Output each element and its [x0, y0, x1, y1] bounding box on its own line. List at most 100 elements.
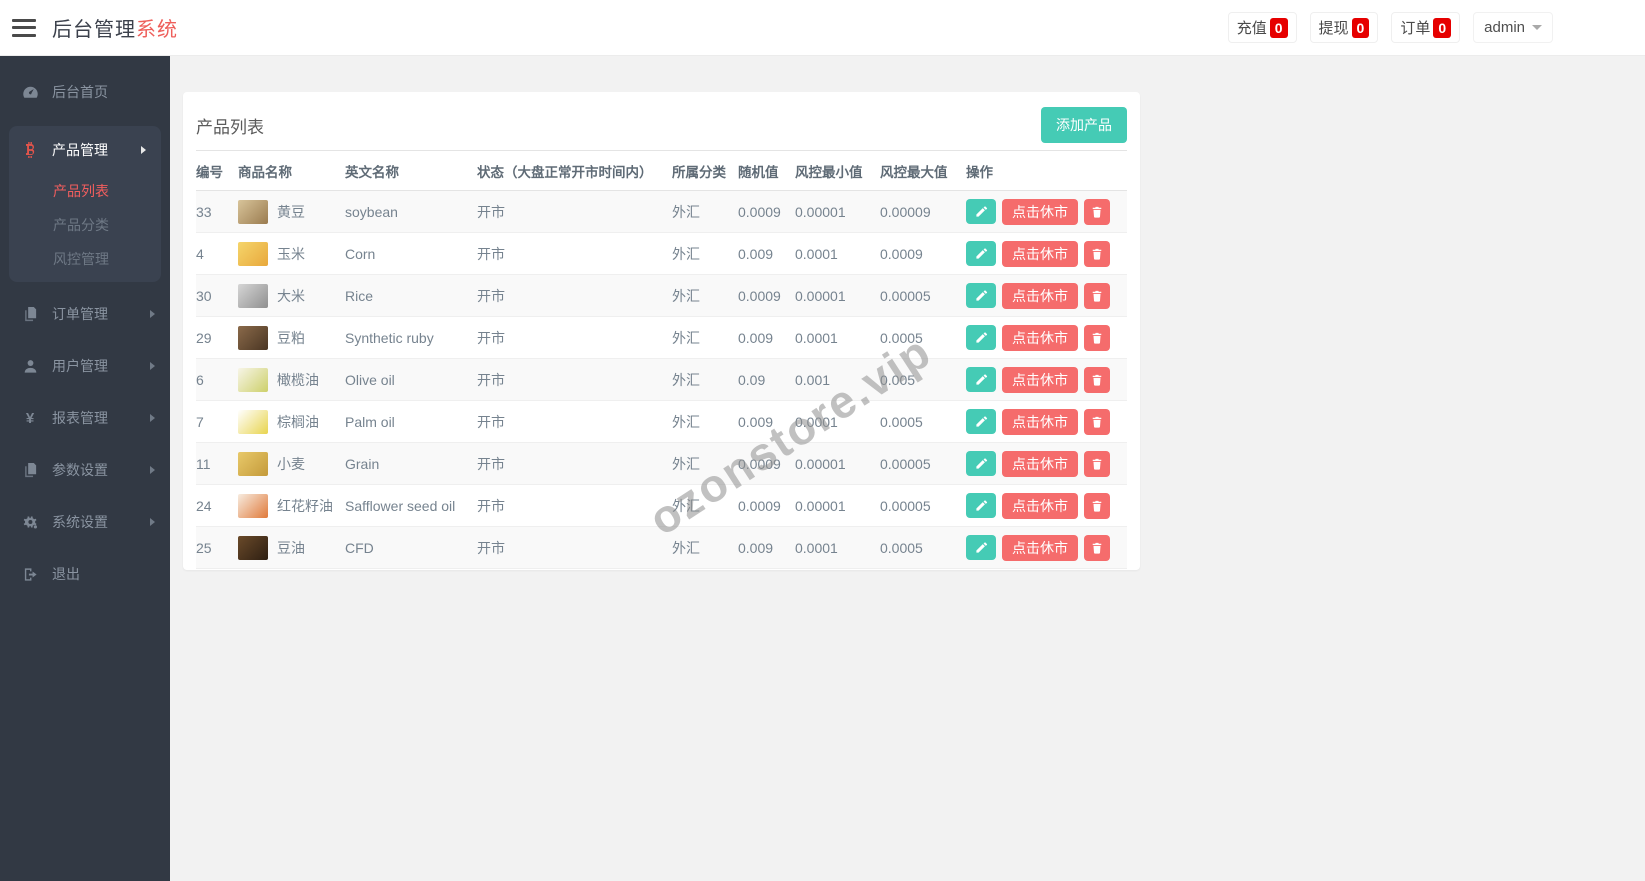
cell-status: 开市	[477, 203, 505, 220]
suspend-market-button[interactable]: 点击休市	[1002, 408, 1078, 435]
delete-button[interactable]	[1084, 492, 1110, 519]
cell-name: 豆油	[238, 526, 345, 569]
table-row: 29 豆粕 Synthetic ruby 开市 外汇 0.009 0.0001 …	[196, 316, 1127, 359]
table-row: 30 大米 Rice 开市 外汇 0.0009 0.00001 0.00005 …	[196, 274, 1127, 317]
pencil-icon	[975, 542, 987, 553]
orders-count-badge: 0	[1433, 17, 1452, 38]
cell-name: 黄豆	[238, 191, 345, 233]
table-row: 4 玉米 Corn 开市 外汇 0.009 0.0001 0.0009 点击休市	[196, 232, 1127, 275]
suspend-market-button[interactable]: 点击休市	[1002, 240, 1078, 267]
delete-button[interactable]	[1084, 198, 1110, 225]
pencil-icon	[975, 206, 987, 217]
sidebar-item-product-category[interactable]: 产品分类	[9, 208, 161, 242]
chevron-down-icon	[1532, 25, 1542, 30]
cell-risk-min: 0.0001	[795, 400, 880, 443]
cell-risk-min: 0.0001	[795, 232, 880, 275]
product-name: 黄豆	[277, 203, 305, 220]
chevron-right-icon	[150, 518, 155, 526]
delete-button[interactable]	[1084, 366, 1110, 393]
table-row: 25 豆油 CFD 开市 外汇 0.009 0.0001 0.0005 点击休市	[196, 526, 1127, 569]
sidebar-item-parameter-settings[interactable]: 参数设置	[0, 444, 170, 496]
suspend-market-button[interactable]: 点击休市	[1002, 534, 1078, 561]
sidebar-item-product-management[interactable]: 产品管理	[9, 126, 161, 174]
delete-button[interactable]	[1084, 324, 1110, 351]
withdraw-stat-button[interactable]: 提现 0	[1309, 12, 1379, 43]
add-product-button[interactable]: 添加产品	[1041, 107, 1127, 143]
yen-icon: ¥	[25, 409, 35, 427]
sidebar-item-risk-management[interactable]: 风控管理	[9, 242, 161, 276]
edit-button[interactable]	[966, 409, 996, 434]
table-row: 7 棕榈油 Palm oil 开市 外汇 0.009 0.0001 0.0005…	[196, 400, 1127, 443]
suspend-market-button[interactable]: 点击休市	[1002, 324, 1078, 351]
pencil-icon	[975, 416, 987, 427]
delete-button[interactable]	[1084, 282, 1110, 309]
sidebar-item-label: 参数设置	[52, 462, 108, 478]
product-name: 大米	[277, 287, 305, 304]
suspend-market-button[interactable]: 点击休市	[1002, 282, 1078, 309]
delete-button[interactable]	[1084, 534, 1110, 561]
cell-random: 0.0009	[738, 484, 795, 527]
product-table: 编号 商品名称 英文名称 状态（大盘正常开市时间内） 所属分类 随机值 风控最小…	[196, 150, 1127, 569]
orders-stat-button[interactable]: 订单 0	[1391, 12, 1461, 43]
sidebar-item-product-list[interactable]: 产品列表	[9, 174, 161, 208]
edit-button[interactable]	[966, 325, 996, 350]
product-name: 豆油	[277, 539, 305, 556]
sidebar-item-system-settings[interactable]: 系统设置	[0, 496, 170, 548]
edit-button[interactable]	[966, 493, 996, 518]
sidebar-item-logout[interactable]: 退出	[0, 548, 170, 600]
cell-actions: 点击休市	[966, 442, 1127, 485]
edit-button[interactable]	[966, 283, 996, 308]
product-name: 橄榄油	[277, 371, 319, 388]
dashboard-icon	[21, 84, 39, 101]
main-content: 产品列表 添加产品 编号 商品名称 英文名称 状态（大盘正常开市时间内） 所属分…	[170, 56, 1645, 881]
trash-icon	[1092, 542, 1102, 554]
edit-button[interactable]	[966, 241, 996, 266]
delete-button[interactable]	[1084, 408, 1110, 435]
sidebar-item-order-management[interactable]: 订单管理	[0, 288, 170, 340]
suspend-market-button[interactable]: 点击休市	[1002, 366, 1078, 393]
cell-random: 0.0009	[738, 274, 795, 317]
col-header-actions: 操作	[966, 150, 1127, 191]
trash-icon	[1092, 416, 1102, 428]
sidebar-item-report-management[interactable]: ¥ 报表管理	[0, 392, 170, 444]
delete-button[interactable]	[1084, 240, 1110, 267]
topbar: 后台管理系统 充值 0 提现 0 订单 0 admin	[0, 0, 1645, 56]
cell-name: 橄榄油	[238, 358, 345, 401]
cell-id: 24	[196, 484, 238, 527]
trash-icon	[1092, 332, 1102, 344]
sidebar-item-user-management[interactable]: 用户管理	[0, 340, 170, 392]
pencil-icon	[975, 500, 987, 511]
cell-random: 0.009	[738, 400, 795, 443]
hamburger-menu-icon[interactable]	[12, 18, 36, 37]
cell-actions: 点击休市	[966, 274, 1127, 317]
cell-risk-max: 0.0005	[880, 316, 966, 359]
product-thumbnail	[238, 493, 268, 518]
cell-risk-min: 0.0001	[795, 316, 880, 359]
edit-button[interactable]	[966, 199, 996, 224]
edit-button[interactable]	[966, 367, 996, 392]
pencil-icon	[975, 290, 987, 301]
trash-icon	[1092, 206, 1102, 218]
cell-en-name: soybean	[345, 203, 398, 220]
cell-category: 外汇	[672, 442, 738, 485]
cell-status: 开市	[477, 526, 672, 569]
edit-button[interactable]	[966, 535, 996, 560]
edit-button[interactable]	[966, 451, 996, 476]
product-thumbnail	[238, 199, 268, 224]
suspend-market-button[interactable]: 点击休市	[1002, 198, 1078, 225]
delete-button[interactable]	[1084, 450, 1110, 477]
product-name: 豆粕	[277, 329, 305, 346]
recharge-stat-button[interactable]: 充值 0	[1227, 12, 1297, 43]
user-dropdown[interactable]: admin	[1473, 12, 1553, 43]
product-thumbnail	[238, 535, 268, 560]
cell-category: 外汇	[672, 274, 738, 317]
cell-risk-min: 0.00001	[795, 274, 880, 317]
sidebar-subitem-label: 产品列表	[53, 183, 109, 199]
sidebar-item-home[interactable]: 后台首页	[0, 66, 170, 118]
suspend-market-button[interactable]: 点击休市	[1002, 492, 1078, 519]
cell-en-name: Grain	[345, 442, 477, 485]
suspend-market-button[interactable]: 点击休市	[1002, 450, 1078, 477]
col-header-en-name: 英文名称	[345, 150, 477, 191]
cell-random: 0.009	[738, 232, 795, 275]
trash-icon	[1092, 500, 1102, 512]
